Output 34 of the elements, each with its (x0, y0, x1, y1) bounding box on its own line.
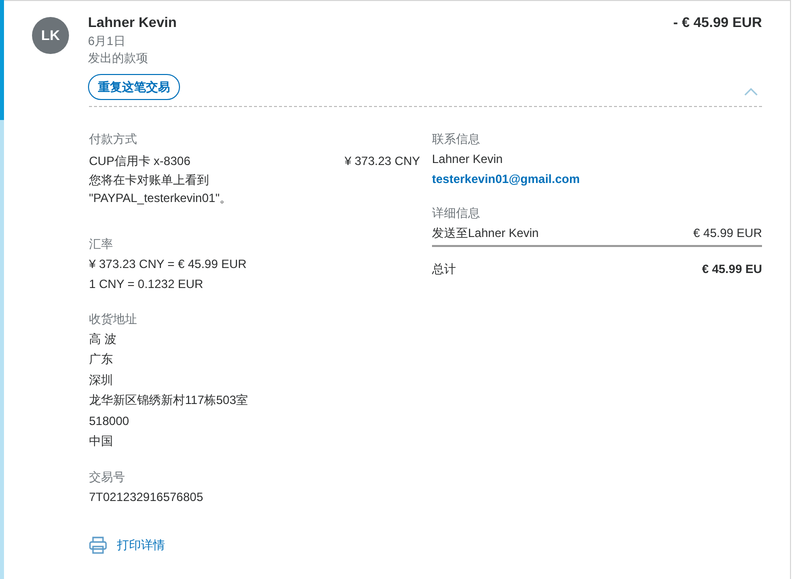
section-heading: 收货地址 (89, 311, 137, 328)
transaction-type: 发出的款项 (88, 50, 148, 67)
payment-amount: ¥ 373.23 CNY (344, 153, 420, 170)
address-line: 龙华新区锦绣新村117栋503室 (89, 392, 248, 410)
transaction-amount: - € 45.99 EUR (673, 13, 762, 32)
detail-amount: € 45.99 EUR (693, 225, 762, 242)
address-line: 广东 (89, 351, 113, 368)
detail-label: 发送至Lahner Kevin (432, 225, 539, 242)
statement-note: "PAYPAL_testerkevin01"。 (89, 190, 232, 207)
detail-amount: € 45.99 EU (702, 261, 762, 278)
address-line: 中国 (89, 433, 113, 450)
section-heading: 汇率 (89, 236, 113, 253)
exchange-rate: ¥ 373.23 CNY = € 45.99 EUR (89, 256, 247, 273)
address-line: 高 波 (89, 331, 116, 348)
contact-name: Lahner Kevin (432, 151, 504, 168)
address-line: 深圳 (89, 372, 113, 389)
print-details-link[interactable]: 打印详情 (89, 535, 165, 556)
chevron-up-icon[interactable] (744, 88, 758, 96)
printer-icon (89, 536, 107, 554)
repeat-transaction-button[interactable]: 重复这笔交易 (88, 74, 180, 100)
contact-name: Lahner Kevin (88, 13, 177, 32)
transaction-id: 7T021232916576805 (89, 489, 204, 506)
section-heading: 交易号 (89, 469, 125, 486)
payment-method: CUP信用卡 x-8306 (89, 153, 190, 170)
avatar: LK (32, 17, 69, 54)
exchange-rate: 1 CNY = 0.1232 EUR (89, 276, 204, 293)
detail-label: 总计 (432, 261, 456, 278)
section-heading: 付款方式 (89, 131, 137, 148)
transaction-date: 6月1日 (88, 33, 126, 50)
address-line: 518000 (89, 412, 130, 430)
section-heading: 联系信息 (432, 131, 481, 148)
email-link[interactable]: testerkevin01@gmail.com (432, 169, 580, 189)
section-heading: 详细信息 (432, 205, 481, 222)
statement-note: 您将在卡对账单上看到 (89, 172, 209, 189)
